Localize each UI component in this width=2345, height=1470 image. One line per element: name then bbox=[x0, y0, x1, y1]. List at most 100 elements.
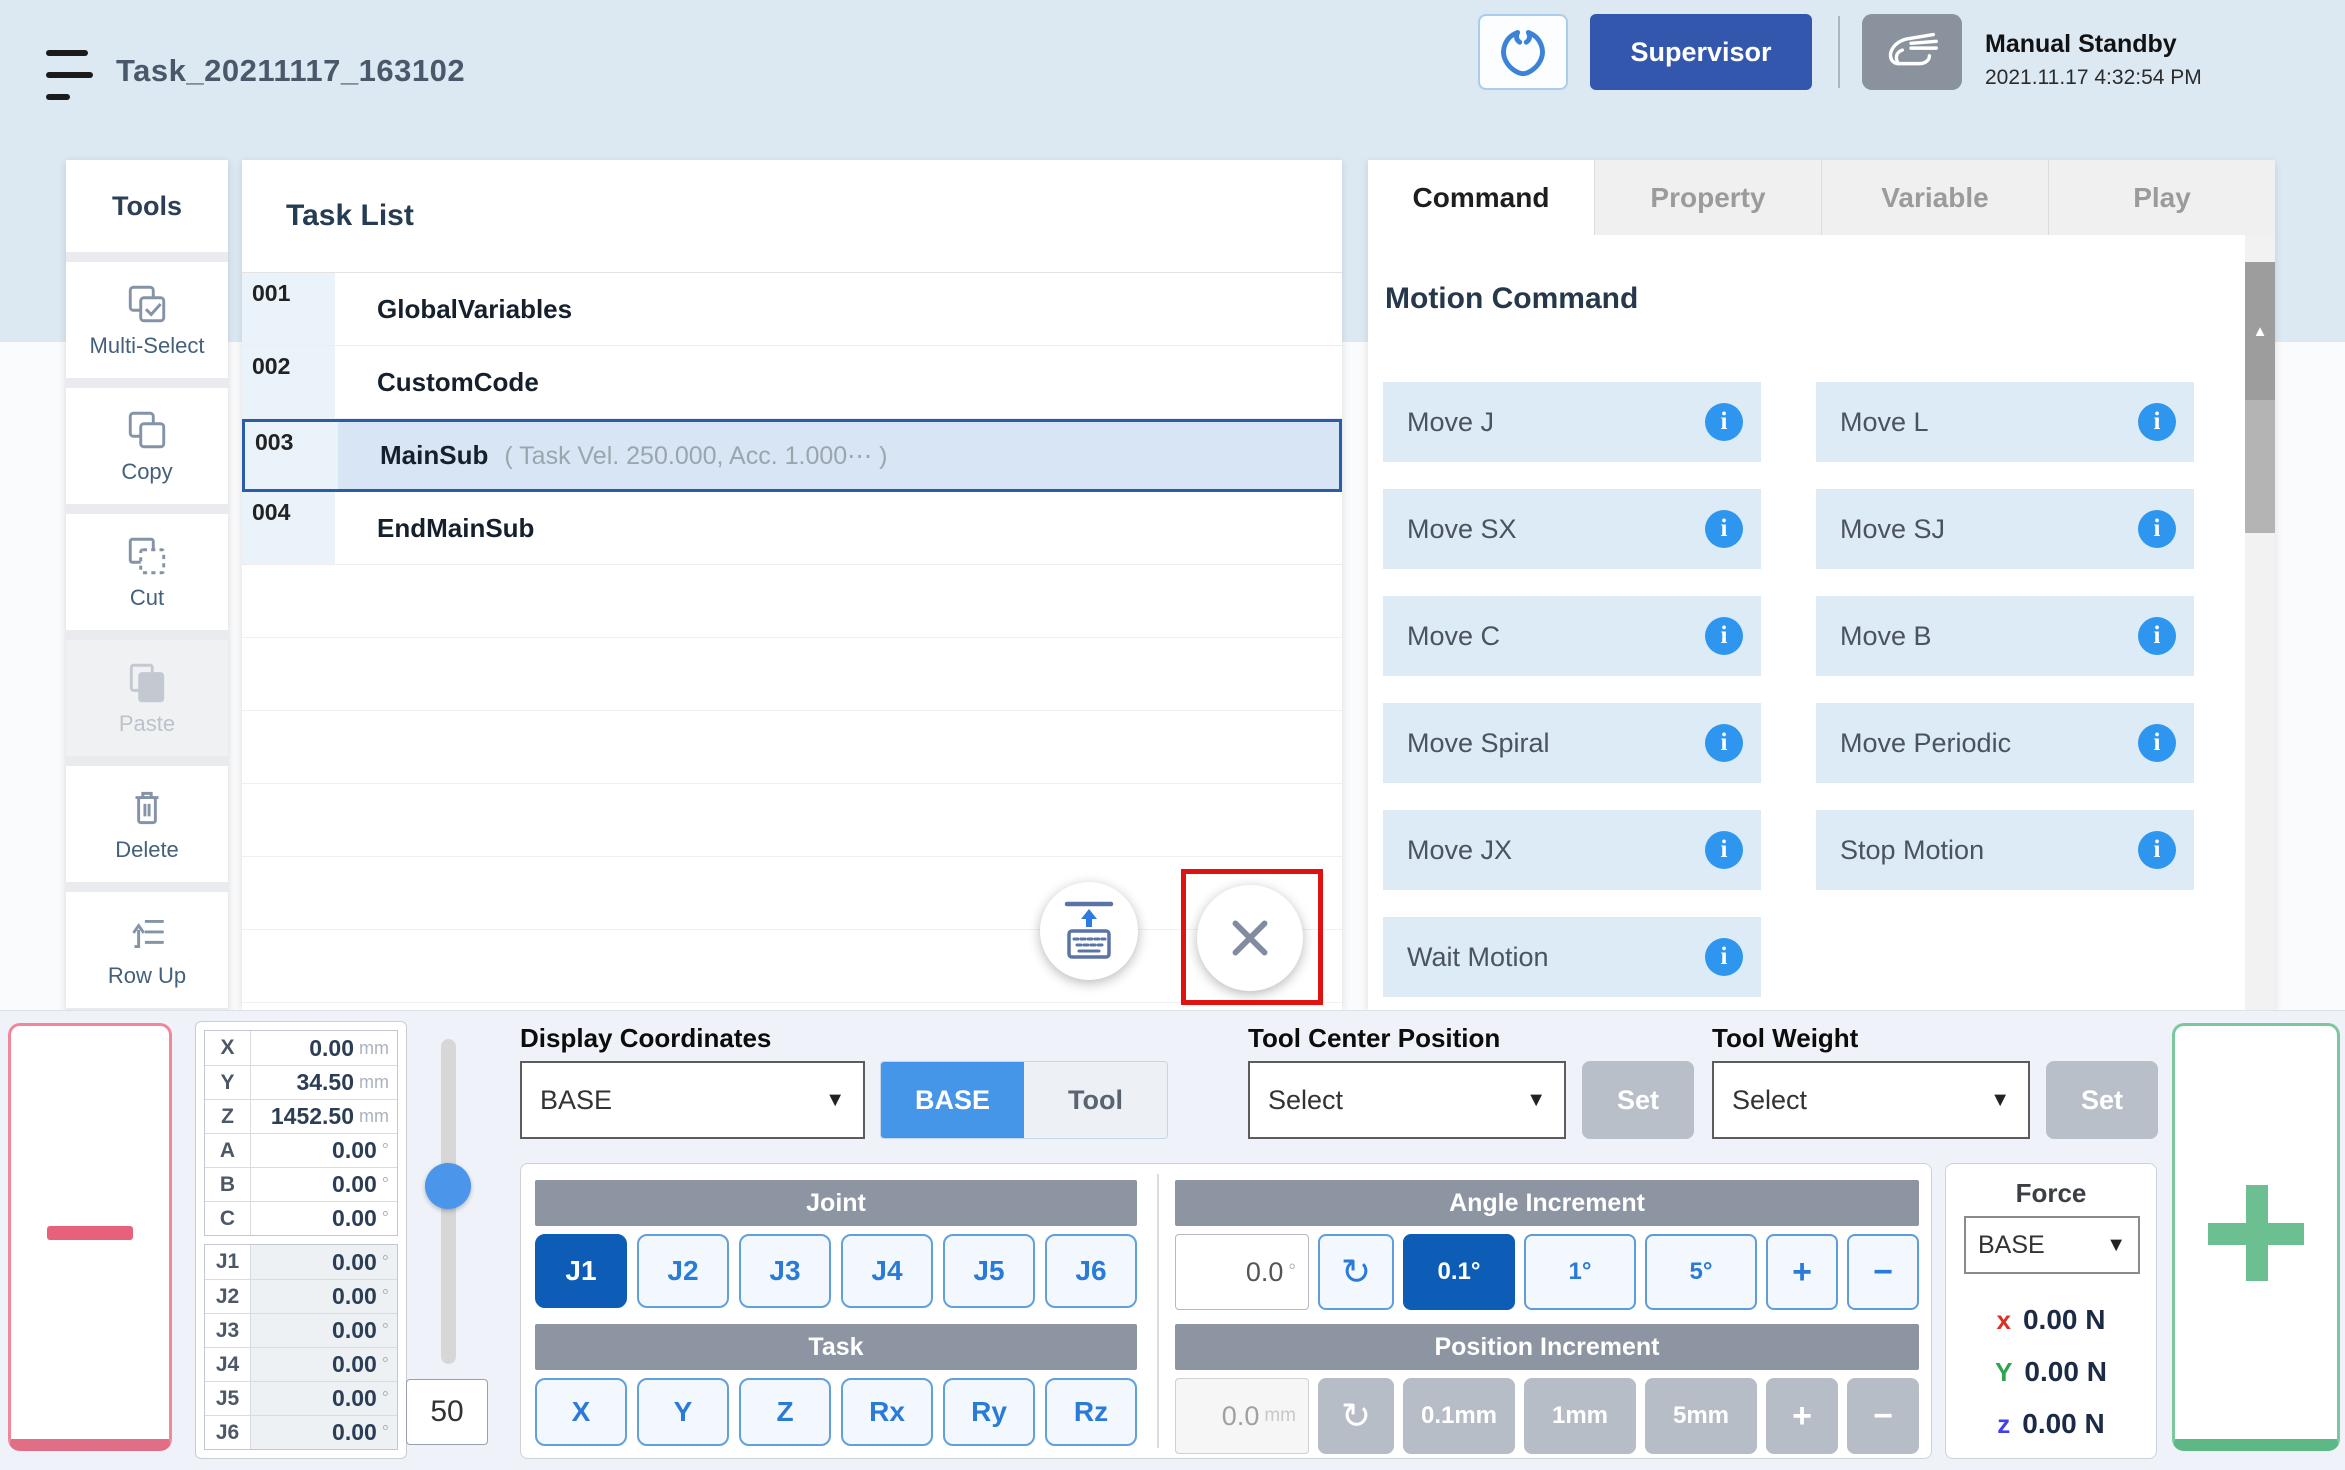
scrollbar-thumb[interactable] bbox=[2245, 400, 2275, 533]
tab-property[interactable]: Property bbox=[1595, 160, 1822, 235]
tool-center-position-select[interactable]: Select ▼ bbox=[1248, 1061, 1566, 1139]
display-coordinates-select[interactable]: BASE ▼ bbox=[520, 1061, 865, 1139]
copy-icon bbox=[124, 407, 170, 453]
jog-minus-button[interactable] bbox=[8, 1023, 172, 1451]
position-option-0-1mm[interactable]: 0.1mm bbox=[1403, 1378, 1515, 1454]
info-icon[interactable]: i bbox=[1705, 510, 1743, 548]
cut-button[interactable]: Cut bbox=[66, 514, 228, 630]
manual-mode-button[interactable] bbox=[1862, 14, 1962, 90]
virtual-keyboard-button[interactable] bbox=[1040, 882, 1138, 980]
info-icon[interactable]: i bbox=[2138, 510, 2176, 548]
info-icon[interactable]: i bbox=[1705, 724, 1743, 762]
tool-weight-select[interactable]: Select ▼ bbox=[1712, 1061, 2030, 1139]
jog-axis-rz[interactable]: Rz bbox=[1045, 1378, 1137, 1446]
info-icon[interactable]: i bbox=[2138, 724, 2176, 762]
cartesian-pose-group: X0.00mm Y34.50mm Z1452.50mm A0.00° B0.00… bbox=[204, 1030, 398, 1236]
info-icon[interactable]: i bbox=[2138, 617, 2176, 655]
angle-minus-button[interactable]: − bbox=[1847, 1234, 1919, 1310]
supervisor-button[interactable]: Supervisor bbox=[1590, 14, 1812, 90]
gripper-button[interactable] bbox=[1478, 14, 1568, 90]
robot-status: Manual Standby bbox=[1985, 30, 2177, 59]
tab-command[interactable]: Command bbox=[1368, 160, 1595, 235]
task-row-selected[interactable]: 003 MainSub ( Task Vel. 250.000, Acc. 1.… bbox=[242, 419, 1342, 492]
jog-axis-j3[interactable]: J3 bbox=[739, 1234, 831, 1308]
task-row-number: 001 bbox=[242, 273, 335, 345]
pose-row: J40.00° bbox=[205, 1347, 397, 1381]
position-reset-button[interactable]: ↻ bbox=[1318, 1378, 1394, 1454]
command-label: Move B bbox=[1840, 621, 1932, 652]
move-spiral-button[interactable]: Move Spirali bbox=[1383, 703, 1761, 783]
move-c-button[interactable]: Move Ci bbox=[1383, 596, 1761, 676]
paste-button[interactable]: Paste bbox=[66, 640, 228, 756]
position-option-1mm[interactable]: 1mm bbox=[1524, 1378, 1636, 1454]
angle-option-0-1[interactable]: 0.1° bbox=[1403, 1234, 1515, 1310]
wait-motion-button[interactable]: Wait Motioni bbox=[1383, 917, 1761, 997]
jog-axis-j2[interactable]: J2 bbox=[637, 1234, 729, 1308]
joint-section-header: Joint bbox=[535, 1180, 1137, 1226]
info-icon[interactable]: i bbox=[1705, 617, 1743, 655]
toggle-base[interactable]: BASE bbox=[881, 1062, 1024, 1138]
task-row-number: 002 bbox=[242, 346, 335, 418]
position-option-5mm[interactable]: 5mm bbox=[1645, 1378, 1757, 1454]
info-icon[interactable]: i bbox=[2138, 831, 2176, 869]
display-coordinates-label: Display Coordinates bbox=[520, 1023, 771, 1054]
info-icon[interactable]: i bbox=[1705, 938, 1743, 976]
info-icon[interactable]: i bbox=[1705, 403, 1743, 441]
jog-axis-ry[interactable]: Ry bbox=[943, 1378, 1035, 1446]
pose-row: A0.00° bbox=[205, 1133, 397, 1167]
jog-axis-j1[interactable]: J1 bbox=[535, 1234, 627, 1308]
jog-axis-j5[interactable]: J5 bbox=[943, 1234, 1035, 1308]
speed-slider-knob[interactable] bbox=[425, 1163, 471, 1209]
tcp-set-button[interactable]: Set bbox=[1582, 1061, 1694, 1139]
stop-motion-button[interactable]: Stop Motioni bbox=[1816, 810, 2194, 890]
jog-axis-rx[interactable]: Rx bbox=[841, 1378, 933, 1446]
pose-row: Y34.50mm bbox=[205, 1065, 397, 1099]
row-up-button[interactable]: Row Up bbox=[66, 892, 228, 1008]
angle-increment-input[interactable]: 0.0 ° bbox=[1175, 1234, 1309, 1310]
pose-row: Z1452.50mm bbox=[205, 1099, 397, 1133]
move-sj-button[interactable]: Move SJi bbox=[1816, 489, 2194, 569]
command-scrollbar[interactable]: ▲ bbox=[2245, 235, 2275, 1010]
move-sx-button[interactable]: Move SXi bbox=[1383, 489, 1761, 569]
position-minus-button[interactable]: − bbox=[1847, 1378, 1919, 1454]
jog-axis-z[interactable]: Z bbox=[739, 1378, 831, 1446]
jog-axis-j6[interactable]: J6 bbox=[1045, 1234, 1137, 1308]
task-row-name: CustomCode bbox=[377, 367, 539, 398]
angle-option-5[interactable]: 5° bbox=[1645, 1234, 1757, 1310]
task-row[interactable]: 002 CustomCode bbox=[242, 346, 1342, 419]
hamburger-menu-icon[interactable] bbox=[46, 50, 94, 100]
angle-reset-button[interactable]: ↻ bbox=[1318, 1234, 1394, 1310]
multi-select-button[interactable]: Multi-Select bbox=[66, 262, 228, 378]
info-icon[interactable]: i bbox=[2138, 403, 2176, 441]
angle-option-1[interactable]: 1° bbox=[1524, 1234, 1636, 1310]
task-row[interactable]: 001 GlobalVariables bbox=[242, 273, 1342, 346]
toggle-tool[interactable]: Tool bbox=[1024, 1062, 1167, 1138]
jog-divider bbox=[1157, 1174, 1159, 1448]
tab-play[interactable]: Play bbox=[2049, 160, 2275, 235]
task-row-detail: ( Task Vel. 250.000, Acc. 1.000⋯ ) bbox=[504, 441, 887, 471]
angle-plus-button[interactable]: + bbox=[1766, 1234, 1838, 1310]
move-jx-button[interactable]: Move JXi bbox=[1383, 810, 1761, 890]
move-l-button[interactable]: Move Li bbox=[1816, 382, 2194, 462]
position-plus-button[interactable]: + bbox=[1766, 1378, 1838, 1454]
tool-weight-set-button[interactable]: Set bbox=[2046, 1061, 2158, 1139]
jog-axis-x[interactable]: X bbox=[535, 1378, 627, 1446]
jog-axis-j4[interactable]: J4 bbox=[841, 1234, 933, 1308]
force-frame-select[interactable]: BASE ▼ bbox=[1964, 1216, 2140, 1274]
move-j-button[interactable]: Move Ji bbox=[1383, 382, 1761, 462]
plus-icon bbox=[2208, 1185, 2304, 1281]
move-b-button[interactable]: Move B i bbox=[1816, 596, 2194, 676]
tab-variable[interactable]: Variable bbox=[1822, 160, 2049, 235]
scroll-up-button[interactable]: ▲ bbox=[2245, 262, 2275, 400]
position-increment-input[interactable]: 0.0 mm bbox=[1175, 1378, 1309, 1454]
task-row[interactable]: 004 EndMainSub bbox=[242, 492, 1342, 565]
copy-button[interactable]: Copy bbox=[66, 388, 228, 504]
info-icon[interactable]: i bbox=[1705, 831, 1743, 869]
task-list-panel: Task List 001 GlobalVariables 002 Custom… bbox=[242, 160, 1342, 1010]
speed-value-box[interactable]: 50 bbox=[406, 1379, 488, 1445]
jog-plus-button[interactable] bbox=[2172, 1023, 2340, 1451]
jog-axis-y[interactable]: Y bbox=[637, 1378, 729, 1446]
position-unit: mm bbox=[1264, 1405, 1296, 1427]
delete-button[interactable]: Delete bbox=[66, 766, 228, 882]
move-periodic-button[interactable]: Move Periodici bbox=[1816, 703, 2194, 783]
